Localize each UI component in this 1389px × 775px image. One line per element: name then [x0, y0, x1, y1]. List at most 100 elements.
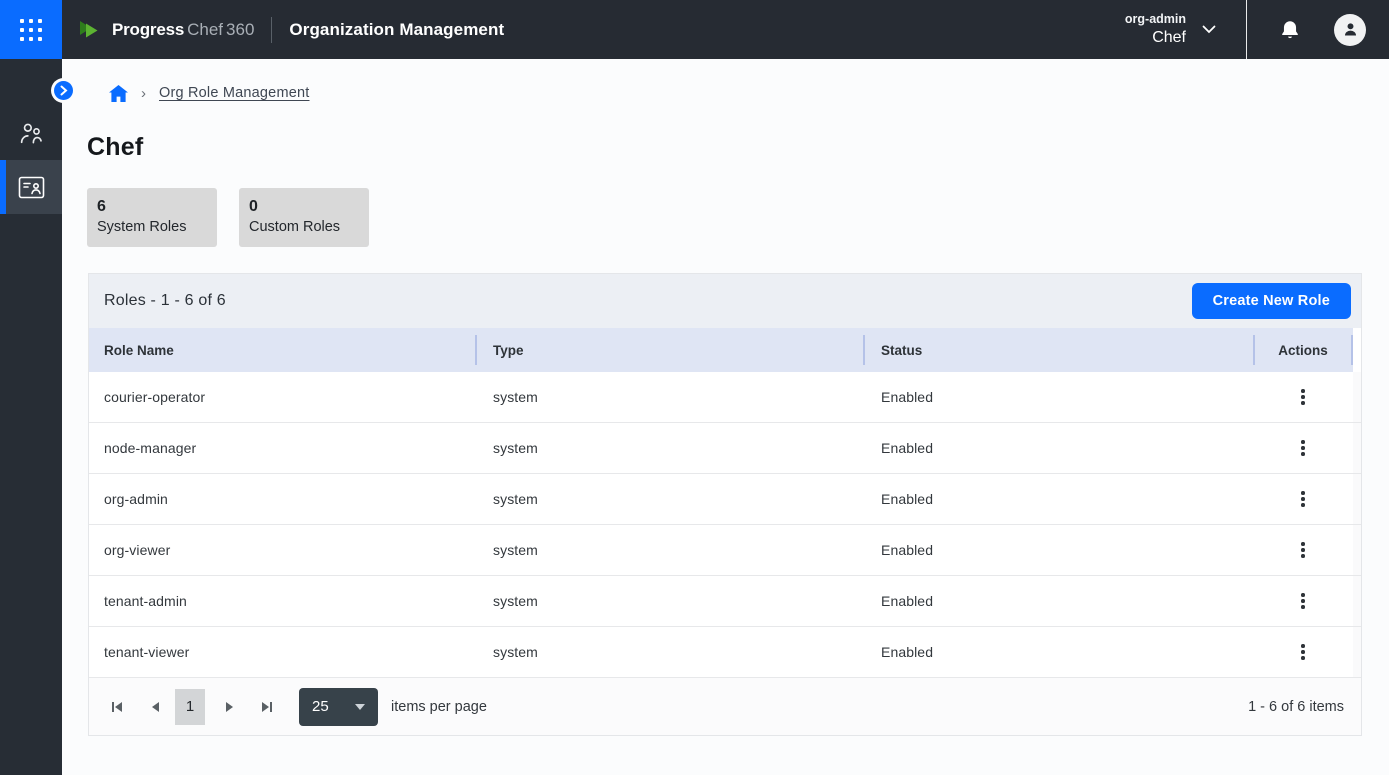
table-body: courier-operator system Enabled node-man…: [89, 372, 1361, 678]
table-row: org-viewer system Enabled: [89, 525, 1361, 576]
last-page-button[interactable]: [255, 695, 279, 719]
column-header-actions: Actions: [1253, 328, 1353, 372]
active-indicator: [0, 160, 6, 214]
row-actions-menu-button[interactable]: [1293, 383, 1313, 411]
scrollbar-gutter: [1353, 423, 1361, 473]
scrollbar-gutter: [1353, 372, 1361, 422]
first-page-button[interactable]: [105, 695, 129, 719]
breadcrumb: › Org Role Management: [62, 59, 1389, 104]
role-type-cell: system: [475, 389, 863, 405]
breadcrumb-current-link[interactable]: Org Role Management: [159, 85, 310, 101]
column-header-type[interactable]: Type: [475, 328, 863, 372]
row-actions-menu-button[interactable]: [1293, 638, 1313, 666]
users-icon: [18, 121, 45, 146]
scrollbar-gutter: [1353, 525, 1361, 575]
notifications-button[interactable]: [1279, 18, 1301, 42]
previous-page-button[interactable]: [143, 695, 167, 719]
user-role-label: org-admin: [1125, 12, 1186, 27]
next-page-icon: [226, 702, 233, 712]
create-new-role-button[interactable]: Create New Role: [1192, 283, 1351, 319]
row-actions-menu-button[interactable]: [1293, 536, 1313, 564]
app-title: Organization Management: [289, 20, 504, 40]
system-roles-label: System Roles: [97, 217, 207, 237]
system-roles-count: 6: [97, 196, 207, 217]
pagination-range-label: 1 - 6 of 6 items: [1248, 699, 1344, 715]
progress-logo-icon: [79, 18, 105, 42]
table-row: node-manager system Enabled: [89, 423, 1361, 474]
header-divider: [1246, 0, 1247, 59]
role-status-cell: Enabled: [863, 593, 1253, 609]
scrollbar-gutter: [1353, 328, 1361, 372]
current-page-button[interactable]: 1: [175, 689, 205, 725]
role-name-cell: org-viewer: [89, 542, 475, 558]
brand-logo: Progress Chef 360: [79, 18, 254, 42]
role-type-cell: system: [475, 593, 863, 609]
main-content: › Org Role Management Chef 6 System Role…: [62, 59, 1389, 775]
last-page-icon: [262, 702, 269, 712]
row-actions-menu-button[interactable]: [1293, 587, 1313, 615]
role-name-cell: tenant-admin: [89, 593, 475, 609]
bell-icon: [1279, 18, 1301, 42]
row-actions-menu-button[interactable]: [1293, 485, 1313, 513]
page-size-value: 25: [312, 698, 329, 715]
roles-table-card: Roles - 1 - 6 of 6 Create New Role Role …: [88, 273, 1362, 736]
scrollbar-gutter: [1353, 576, 1361, 626]
table-row: tenant-viewer system Enabled: [89, 627, 1361, 678]
column-header-role-name[interactable]: Role Name: [89, 328, 475, 372]
caret-down-icon: [355, 704, 365, 710]
app-launcher-button[interactable]: [0, 0, 62, 59]
sidebar-item-users[interactable]: [0, 106, 62, 160]
role-type-cell: system: [475, 440, 863, 456]
role-name-cell: tenant-viewer: [89, 644, 475, 660]
items-per-page-label: items per page: [391, 699, 487, 715]
app-header: Progress Chef 360 Organization Managemen…: [0, 0, 1389, 59]
role-name-cell: node-manager: [89, 440, 475, 456]
table-toolbar: Roles - 1 - 6 of 6 Create New Role: [89, 274, 1361, 328]
role-status-cell: Enabled: [863, 542, 1253, 558]
role-type-cell: system: [475, 644, 863, 660]
column-header-status[interactable]: Status: [863, 328, 1253, 372]
next-page-button[interactable]: [217, 695, 241, 719]
pagination-bar: 1 25 items per page 1 - 6 of 6 items: [89, 678, 1361, 735]
role-status-cell: Enabled: [863, 644, 1253, 660]
previous-page-icon: [152, 702, 159, 712]
sidebar-item-roles[interactable]: [0, 160, 62, 214]
brand-progress: Progress: [112, 20, 184, 40]
chevron-down-icon: [1202, 25, 1216, 34]
role-name-cell: courier-operator: [89, 389, 475, 405]
page-size-select[interactable]: 25: [299, 688, 378, 726]
role-status-cell: Enabled: [863, 491, 1253, 507]
scrollbar-gutter: [1353, 627, 1361, 677]
role-name-cell: org-admin: [89, 491, 475, 507]
sidebar-expand-button[interactable]: [54, 81, 73, 100]
brand-chef: Chef: [187, 20, 223, 40]
page-title: Chef: [87, 133, 1389, 162]
stat-card-system-roles: 6 System Roles: [87, 188, 217, 247]
chevron-right-icon: [60, 85, 68, 96]
role-status-cell: Enabled: [863, 440, 1253, 456]
table-row: tenant-admin system Enabled: [89, 576, 1361, 627]
table-header-row: Role Name Type Status Actions: [89, 328, 1361, 372]
table-title: Roles - 1 - 6 of 6: [104, 292, 226, 310]
custom-roles-label: Custom Roles: [249, 217, 359, 237]
table-row: org-admin system Enabled: [89, 474, 1361, 525]
id-card-icon: [18, 176, 45, 199]
stats-row: 6 System Roles 0 Custom Roles: [87, 188, 1389, 247]
role-status-cell: Enabled: [863, 389, 1253, 405]
brand-divider: [271, 17, 272, 43]
home-icon: [109, 85, 128, 102]
sidebar: [0, 59, 62, 775]
row-actions-menu-button[interactable]: [1293, 434, 1313, 462]
role-type-cell: system: [475, 542, 863, 558]
breadcrumb-separator: ›: [141, 85, 146, 102]
brand-suffix: 360: [226, 20, 254, 40]
scrollbar-gutter: [1353, 474, 1361, 524]
user-avatar[interactable]: [1334, 14, 1366, 46]
org-switcher[interactable]: org-admin Chef: [1125, 12, 1246, 48]
role-type-cell: system: [475, 491, 863, 507]
person-icon: [1342, 21, 1359, 38]
first-page-icon: [115, 702, 122, 712]
user-org-label: Chef: [1125, 27, 1186, 48]
breadcrumb-home-button[interactable]: [109, 85, 128, 102]
table-row: courier-operator system Enabled: [89, 372, 1361, 423]
